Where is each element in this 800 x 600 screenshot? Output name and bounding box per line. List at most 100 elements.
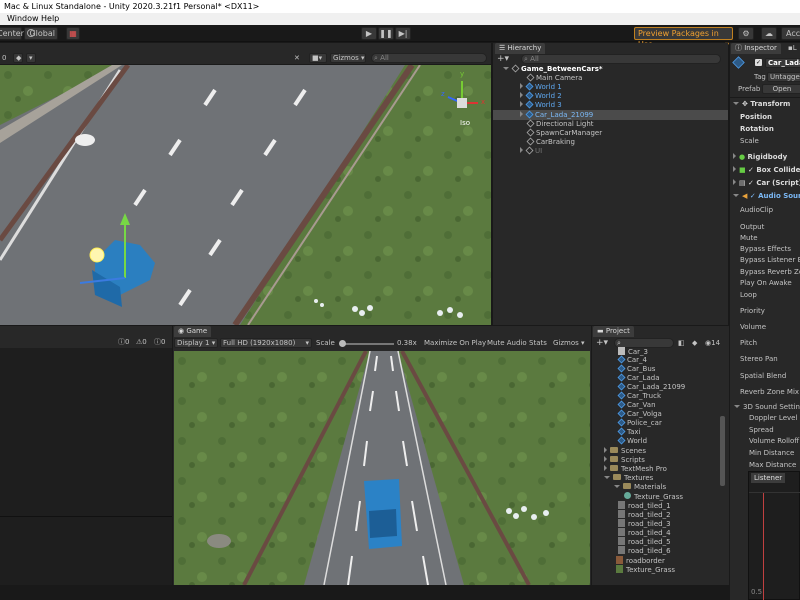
object-name-field[interactable]: Car_Lada — [765, 58, 800, 68]
project-scrollbar[interactable] — [720, 416, 725, 486]
hierarchy-item-world-1[interactable]: World 1 — [520, 82, 562, 92]
transform-header[interactable]: ✥ Transform — [733, 100, 790, 109]
inspector-tab[interactable]: ⓘ Inspector — [731, 43, 781, 54]
filter-label-button[interactable]: ◆ — [692, 339, 697, 348]
hierarchy-item-world-3[interactable]: World 3 — [520, 100, 562, 110]
menu-help[interactable]: Help — [41, 13, 59, 25]
project-item-car-lada-21099[interactable]: Car_Lada_21099 — [617, 382, 685, 392]
active-checkbox[interactable]: ✓ — [755, 59, 762, 66]
search-icon: ⌕ — [524, 55, 528, 63]
scale-slider[interactable] — [340, 343, 394, 345]
car-script-header[interactable]: ▤ ✓ Car (Script) — [733, 179, 800, 188]
projection-label[interactable]: Iso — [460, 119, 470, 127]
project-item-police-car[interactable]: Police_car — [617, 418, 662, 428]
scene-search-input[interactable]: ⌕ All — [371, 53, 487, 63]
play-button[interactable]: ▶ — [361, 27, 377, 40]
game-gizmos-dropdown[interactable]: Gizmos ▾ — [553, 339, 585, 348]
hierarchy-item-car-lada[interactable]: Car_Lada_21099 — [520, 110, 594, 120]
console-error-count[interactable]: ⓘ0 — [154, 338, 165, 347]
game-viewport[interactable] — [174, 351, 590, 585]
project-add-button[interactable]: +▾ — [596, 339, 608, 348]
project-folder-textures[interactable]: Textures — [604, 474, 653, 483]
project-folder-scripts[interactable]: Scripts — [604, 456, 645, 465]
project-item-road-tiled-4[interactable]: road_tiled_4 — [618, 528, 671, 537]
graph-tick: 0.5 — [751, 588, 763, 596]
scene-tools-dropdown[interactable]: ▾ — [26, 53, 36, 63]
console-info-count[interactable]: ⓘ0 — [118, 338, 129, 347]
settings-button[interactable]: ⚙ — [738, 27, 754, 40]
project-item-car-3[interactable]: Car_3 — [618, 347, 648, 356]
project-item-car-lada[interactable]: Car_Lada — [617, 373, 659, 383]
gizmos-dropdown[interactable]: Gizmos ▾ — [330, 53, 366, 63]
project-folder-scenes[interactable]: Scenes — [604, 447, 646, 456]
project-folder-textmesh-pro[interactable]: TextMesh Pro — [604, 465, 667, 474]
project-item-roadborder[interactable]: roadborder — [616, 556, 665, 565]
project-item-world[interactable]: World — [617, 436, 647, 446]
project-item-road-tiled-3[interactable]: road_tiled_3 — [618, 519, 671, 528]
texture-icon — [618, 519, 625, 527]
account-button[interactable]: Acc — [781, 27, 800, 40]
camera-dropdown[interactable]: ■▾ — [309, 53, 327, 63]
scene-viewport[interactable]: y x z Iso — [0, 65, 491, 325]
hierarchy-search-input[interactable]: ⌕ All — [521, 54, 721, 64]
rolloff-graph[interactable]: Listener 0.5 — [748, 471, 800, 600]
scale-slider-handle[interactable] — [339, 340, 346, 347]
scene-fx-button[interactable]: ◆ — [13, 53, 23, 63]
pause-button[interactable]: ❚❚ — [378, 27, 394, 40]
project-item-car-van[interactable]: Car_Van — [617, 400, 656, 410]
project-item-car-bus[interactable]: Car_Bus — [617, 364, 655, 374]
cloud-button[interactable]: ☁ — [761, 27, 777, 40]
project-item-road-tiled-5[interactable]: road_tiled_5 — [618, 537, 671, 546]
project-item-road-tiled-2[interactable]: road_tiled_2 — [618, 510, 671, 519]
preview-packages-button[interactable]: Preview Packages in Use▾ — [634, 27, 733, 49]
step-button[interactable]: ▶| — [395, 27, 411, 40]
hierarchy-item-label: Car_Lada_21099 — [535, 111, 594, 119]
mute-audio-toggle[interactable]: Mute Audio — [487, 339, 527, 348]
project-item-car-4[interactable]: Car_4 — [617, 355, 647, 365]
stats-toggle[interactable]: Stats — [529, 339, 547, 348]
box-collider-header[interactable]: ■ ✓ Box Collider — [733, 166, 800, 175]
scene-root[interactable]: Game_BetweenCars* — [503, 64, 603, 74]
project-item-road-tiled-6[interactable]: road_tiled_6 — [618, 546, 671, 555]
project-item-car-truck[interactable]: Car_Truck — [617, 391, 661, 401]
hierarchy-add-button[interactable]: +▾ — [497, 55, 509, 64]
hierarchy-item-spawn-car-manager[interactable]: SpawnCarManager — [526, 128, 602, 138]
hidden-packages-count[interactable]: ◉14 — [705, 339, 720, 348]
listener-tab[interactable]: Listener — [751, 473, 786, 483]
project-item-label: roadborder — [626, 557, 665, 565]
project-folder-materials[interactable]: Materials — [614, 483, 666, 492]
prefab-icon — [617, 436, 626, 445]
hierarchy-item-ui[interactable]: UI — [520, 146, 542, 156]
project-item-texture-grass-material[interactable]: Texture_Grass — [624, 492, 683, 501]
prefab-open-button[interactable]: Open — [762, 84, 800, 94]
project-tab[interactable]: ▬ Project — [593, 326, 634, 337]
3d-sound-settings-header[interactable]: 3D Sound Settings — [734, 403, 800, 412]
hierarchy-item-car-braking[interactable]: CarBraking — [526, 137, 575, 147]
tag-dropdown[interactable]: Untagged — [767, 72, 800, 82]
project-item-car-volga[interactable]: Car_Volga — [617, 409, 662, 419]
graph-curve — [763, 492, 764, 600]
game-tab[interactable]: ◉ Game — [174, 326, 212, 337]
resolution-dropdown[interactable]: Full HD (1920x1080) ▾ — [220, 338, 312, 348]
hierarchy-item-main-camera[interactable]: Main Camera — [526, 73, 582, 83]
audio-source-header[interactable]: ◀ ✓ Audio Source — [733, 192, 800, 201]
filter-type-button[interactable]: ◧ — [678, 339, 685, 348]
hierarchy-item-directional-light[interactable]: Directional Light — [526, 119, 594, 129]
tools-icon[interactable]: ✕ — [294, 54, 300, 63]
rigidbody-header[interactable]: ● Rigidbody — [733, 153, 787, 162]
display-dropdown[interactable]: Display 1 ▾ — [174, 338, 218, 348]
pivot-center-button[interactable]: Center — [0, 27, 24, 40]
lighting-tab[interactable]: ▪L — [788, 44, 797, 53]
menu-window[interactable]: Window — [7, 13, 39, 25]
maximize-on-play-toggle[interactable]: Maximize On Play — [424, 339, 486, 348]
hierarchy-item-world-2[interactable]: World 2 — [520, 91, 562, 101]
hierarchy-tab[interactable]: ☰ Hierarchy — [495, 43, 546, 54]
pivot-global-button[interactable]: Global — [24, 27, 58, 40]
project-item-texture-grass[interactable]: Texture_Grass — [616, 565, 675, 574]
inspector-tab-label: Inspector — [744, 44, 777, 52]
lighting-tab-label: L — [792, 44, 797, 52]
grid-snap-button[interactable]: ▦ — [66, 27, 80, 40]
project-item-road-tiled-1[interactable]: road_tiled_1 — [618, 501, 671, 510]
console-warning-count[interactable]: ⚠0 — [136, 338, 147, 347]
window-title-bar: Mac & Linux Standalone - Unity 2020.3.21… — [0, 0, 800, 13]
